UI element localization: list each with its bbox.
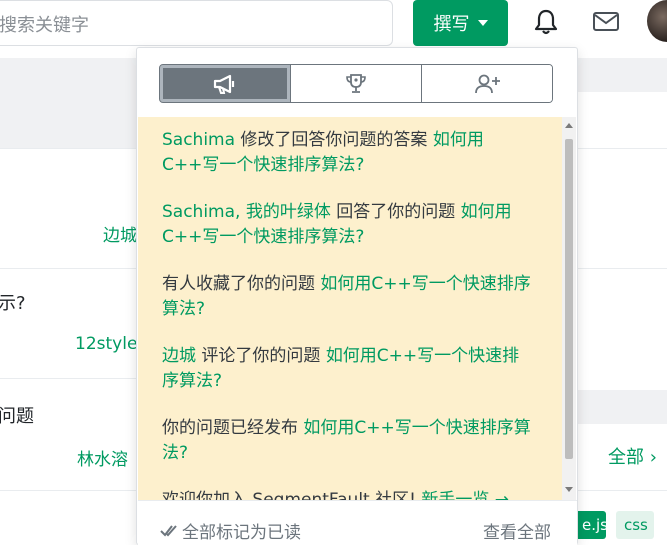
background-question-title[interactable]: 问题 [0,402,34,428]
notification-actor[interactable]: 边城 [162,346,196,366]
divider [0,148,137,149]
scroll-down-icon[interactable] [565,487,573,492]
notification-actor[interactable]: Sachima, 我的叶绿体 [162,202,331,222]
notification-list: Sachima 修改了回答你问题的答案 如何用C++写一个快速排序算法? Sac… [138,117,562,500]
view-all-link[interactable]: 查看全部 [483,518,551,543]
background-author-link[interactable]: 林水溶 [77,445,128,470]
tab-announcements[interactable] [160,65,291,102]
notification-scrollbar[interactable] [562,117,576,500]
background-author-link[interactable]: 12style [75,334,137,354]
tag-css[interactable]: css [616,511,654,539]
trophy-icon [346,73,366,93]
notification-item[interactable]: 欢迎你加入 SegmentFault 社区! 新手一览 → [162,488,532,500]
avatar[interactable] [647,0,667,42]
notification-panel: Sachima 修改了回答你问题的答案 如何用C++写一个快速排序算法? Sac… [136,47,578,545]
background-side-strip-2 [578,390,667,424]
divider [578,268,667,269]
notification-item[interactable]: 边城 评论了你的问题 如何用C++写一个快速排序算法? [162,344,532,394]
notification-tabs [159,64,553,103]
notification-action: 欢迎你加入 SegmentFault 社区! [162,490,422,500]
notification-item[interactable]: 你的问题已经发布 如何用C++写一个快速排序算法? [162,416,532,466]
add-user-icon [475,74,500,93]
background-author-link[interactable]: 边城 [103,221,137,246]
divider [0,378,137,379]
divider [0,268,137,269]
bell-icon[interactable] [533,8,559,36]
scroll-up-icon[interactable] [565,123,573,128]
notification-item[interactable]: 有人收藏了你的问题 如何用C++写一个快速排序算法? [162,272,532,322]
notification-item[interactable]: Sachima 修改了回答你问题的答案 如何用C++写一个快速排序算法? [162,128,532,178]
tag-js[interactable]: e.js [574,511,608,539]
notification-actor[interactable]: Sachima [162,130,235,150]
all-link[interactable]: 全部 › [608,443,657,469]
write-button[interactable]: 撰写 [413,0,508,46]
tab-followers[interactable] [422,65,552,102]
megaphone-icon [213,74,235,94]
divider [578,148,667,149]
notification-item[interactable]: Sachima, 我的叶绿体 回答了你的问题 如何用C++写一个快速排序算法? [162,200,532,250]
notification-link[interactable]: 新手一览 → [421,490,509,500]
chevron-down-icon [477,20,488,26]
top-bar: 搜索关键字 撰写 [0,0,667,46]
background-question-title[interactable]: 示? [0,289,26,315]
notification-action: 回答了你的问题 [330,202,461,222]
tab-achievements[interactable] [291,65,422,102]
background-side-strip [578,58,667,92]
write-button-label: 撰写 [433,14,470,35]
background-header-strip [0,58,137,148]
double-check-icon [160,524,177,537]
notification-action: 修改了回答你问题的答案 [235,130,433,150]
mail-icon[interactable] [592,10,620,34]
divider [0,490,137,491]
notification-footer: 全部标记为已读 查看全部 [138,500,577,545]
divider [578,490,667,491]
mark-all-read-button[interactable]: 全部标记为已读 [160,518,301,543]
mark-all-read-label: 全部标记为已读 [182,523,301,543]
notification-action: 你的问题已经发布 [162,418,304,438]
all-link-label: 全部 [608,447,644,468]
search-input[interactable]: 搜索关键字 [0,0,393,46]
notification-action: 评论了你的问题 [196,346,326,366]
notification-action: 有人收藏了你的问题 [162,274,321,294]
scrollbar-thumb[interactable] [565,139,573,459]
chevron-right-icon: › [649,447,657,468]
